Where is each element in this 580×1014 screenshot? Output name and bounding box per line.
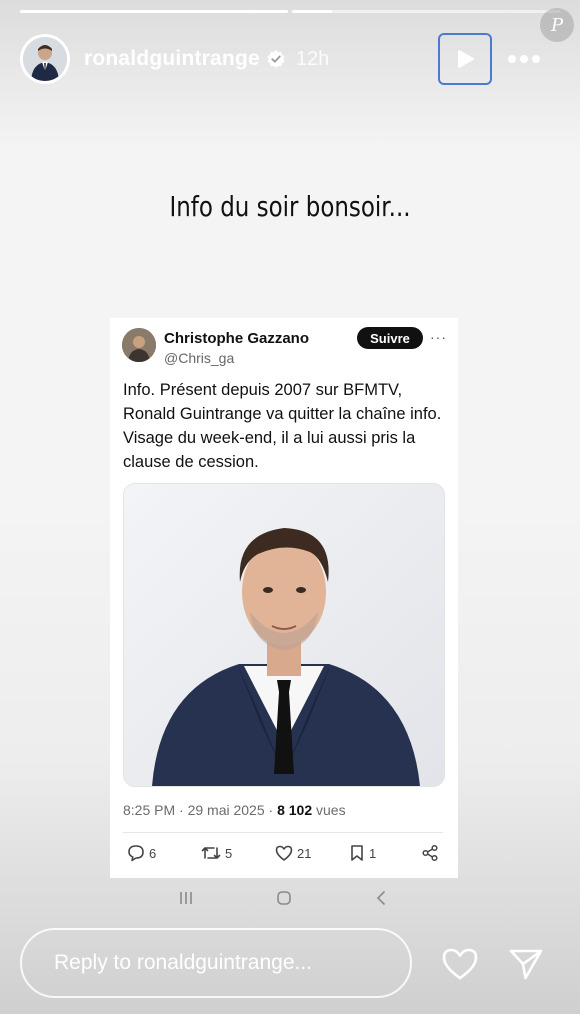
- avatar-image: [23, 37, 67, 81]
- avatar[interactable]: [20, 34, 70, 84]
- progress-segment-2: [292, 10, 560, 13]
- story-caption: Info du soir bonsoir...: [169, 190, 411, 223]
- retweet-icon: [201, 847, 221, 859]
- tweet-author-avatar[interactable]: [122, 328, 156, 362]
- reply-input[interactable]: Reply to ronaldguintrange...: [20, 928, 412, 998]
- play-icon: [458, 50, 474, 68]
- retweet-action[interactable]: 5: [201, 844, 232, 862]
- tweet-view-count: 8 102: [277, 802, 313, 818]
- bookmark-icon: [351, 845, 363, 861]
- tweet-view-label: vues: [312, 802, 346, 818]
- tweet-photo[interactable]: [123, 483, 445, 787]
- retweet-count: 5: [225, 845, 233, 861]
- tweet-meta: 8:25 PM · 29 mai 2025 · 8 102 vues: [123, 802, 346, 818]
- tweet-card[interactable]: Christophe Gazzano @Chris_ga Suivre ··· …: [110, 318, 458, 878]
- reply-count: 6: [149, 845, 157, 861]
- progress-segment-1: [20, 10, 288, 13]
- more-icon: [508, 55, 516, 63]
- story-progress: [20, 10, 560, 13]
- tweet-author-name[interactable]: Christophe Gazzano: [164, 330, 309, 347]
- share-action[interactable]: [421, 844, 439, 862]
- tweet-timestamp: 8:25 PM · 29 mai 2025 ·: [123, 802, 278, 818]
- like-count: 21: [297, 845, 312, 861]
- send-icon: [509, 949, 543, 980]
- heart-icon: [442, 948, 478, 980]
- post-time: 12h: [295, 47, 330, 70]
- portrait-image: [124, 484, 444, 786]
- like-heart-icon: [275, 845, 293, 861]
- tweet-actions: 6 5 21 1: [123, 844, 443, 868]
- comment-icon: [128, 845, 144, 862]
- back-icon[interactable]: [374, 890, 390, 906]
- system-nav-bar: [0, 886, 580, 910]
- username[interactable]: ronaldguintrange: [84, 47, 260, 71]
- tweet-more-icon[interactable]: ···: [430, 329, 447, 345]
- follow-button[interactable]: Suivre: [357, 327, 423, 349]
- share-icon: [422, 844, 438, 862]
- more-button[interactable]: [504, 41, 544, 77]
- like-action[interactable]: 21: [275, 844, 311, 862]
- bookmark-action[interactable]: 1: [349, 844, 376, 862]
- reply-action[interactable]: 6: [127, 844, 156, 862]
- tweet-author-handle[interactable]: @Chris_ga: [164, 350, 234, 366]
- story-header: ronaldguintrange 12h: [20, 33, 560, 85]
- recent-apps-icon[interactable]: [178, 890, 194, 906]
- verified-badge-icon: [267, 50, 285, 68]
- tweet-text: Info. Présent depuis 2007 sur BFMTV, Ron…: [123, 381, 442, 471]
- send-button[interactable]: [504, 942, 548, 986]
- tweet-divider: [123, 832, 443, 833]
- home-icon[interactable]: [276, 890, 292, 906]
- play-button[interactable]: [438, 33, 492, 85]
- like-story-button[interactable]: [438, 942, 482, 986]
- bookmark-count: 1: [369, 845, 377, 861]
